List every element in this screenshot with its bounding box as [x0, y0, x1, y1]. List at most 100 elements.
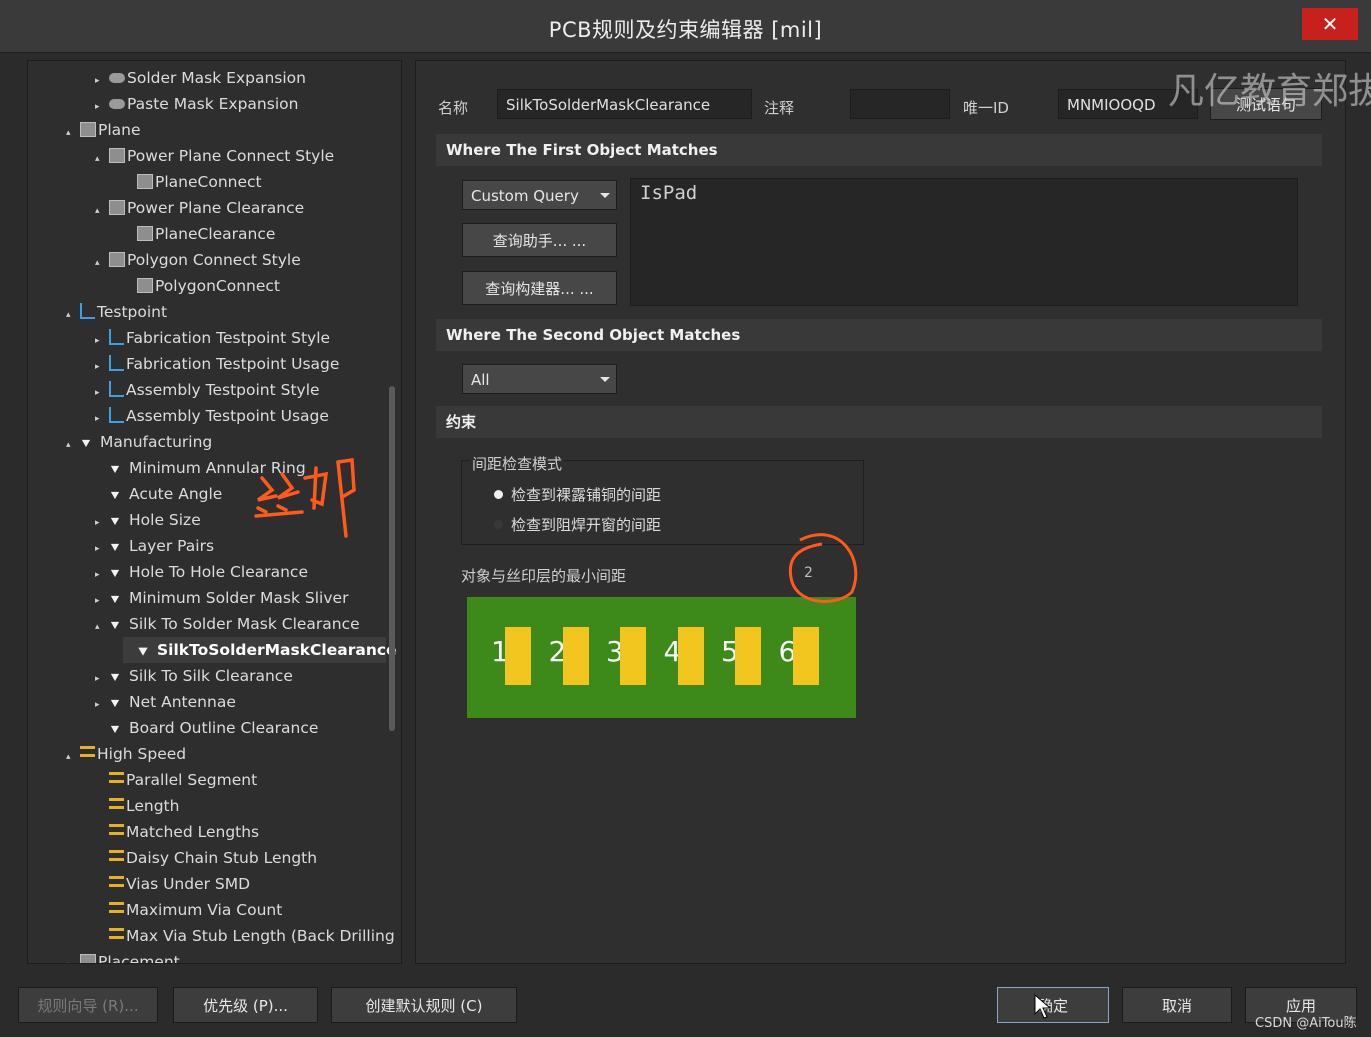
tree-item[interactable]: ▸ ⯆ Layer Pairs — [95, 533, 214, 559]
tree-item[interactable]: Matched Lengths — [95, 819, 259, 845]
collapse-arrow-icon[interactable]: ▴ — [66, 744, 80, 770]
tree-item[interactable]: ▴ ⯆ Silk To Solder Mask Clearance — [95, 611, 360, 637]
tree-item[interactable]: ⯆ Acute Angle — [95, 481, 222, 507]
tree-item[interactable]: ▴ High Speed — [66, 741, 186, 767]
tree-item-label: Parallel Segment — [126, 771, 258, 789]
collapse-arrow-icon[interactable]: ▴ — [95, 146, 109, 172]
manufacturing-icon: ⯆ — [137, 643, 150, 661]
tree-item-label: Minimum Annular Ring — [129, 459, 306, 477]
tree-item-label: Maximum Via Count — [126, 901, 283, 919]
tree-item[interactable]: ▴ Polygon Connect Style — [95, 247, 301, 273]
tree-item[interactable]: ▸ ⯆ Hole Size — [95, 507, 201, 533]
tree-item[interactable]: ▸ Assembly Testpoint Usage — [95, 403, 329, 429]
radio-exposed-copper[interactable]: 检查到裸露铺铜的间距 — [494, 484, 661, 505]
tree-item[interactable]: ▸ ⯆ Net Antennae — [95, 689, 236, 715]
tree-item-label: Silk To Silk Clearance — [129, 667, 293, 685]
first-object-select[interactable]: Custom Query — [462, 180, 617, 210]
tree-item-label: Board Outline Clearance — [129, 719, 319, 737]
highspeed-icon — [109, 876, 124, 887]
tree-item[interactable]: Max Via Stub Length (Back Drilling — [95, 923, 395, 949]
tree-item-label: Power Plane Connect Style — [127, 147, 335, 165]
tree-item[interactable]: Length — [95, 793, 179, 819]
tree-item[interactable]: ▴ Testpoint — [66, 299, 167, 325]
collapse-arrow-icon[interactable]: ▴ — [66, 432, 80, 458]
tree-item[interactable]: ⯆ SilkToSolderMaskClearance — [123, 637, 397, 663]
radio-exposed-copper-label: 检查到裸露铺铜的间距 — [511, 486, 662, 504]
ok-button[interactable]: 确定 — [997, 987, 1109, 1023]
pad — [620, 627, 646, 685]
min-clearance-value[interactable]: 2 — [804, 565, 813, 581]
tree-item-label: PolygonConnect — [155, 277, 280, 295]
tree-item[interactable]: Vias Under SMD — [95, 871, 250, 897]
tree-item[interactable]: ▴ Power Plane Connect Style — [95, 143, 334, 169]
tree-item[interactable]: PolygonConnect — [123, 273, 280, 299]
radio-solder-mask-opening[interactable]: 检查到阻焊开窗的间距 — [494, 514, 661, 535]
tree-item[interactable]: Parallel Segment — [95, 767, 257, 793]
manufacturing-icon: ⯆ — [80, 435, 93, 453]
tree-item[interactable]: ▸ Paste Mask Expansion — [95, 91, 298, 117]
cancel-button[interactable]: 取消 — [1122, 987, 1232, 1023]
tree-item[interactable]: ▸ Fabrication Testpoint Usage — [95, 351, 339, 377]
tree-item[interactable]: ▸ Fabrication Testpoint Style — [95, 325, 330, 351]
tree-item-label: Layer Pairs — [129, 537, 215, 555]
radio-solder-mask-opening-label: 检查到阻焊开窗的间距 — [511, 516, 662, 534]
tree-item[interactable]: ▸ Solder Mask Expansion — [95, 65, 306, 91]
first-object-select-value: Custom Query — [471, 187, 579, 205]
tree-item-label: Silk To Solder Mask Clearance — [129, 615, 360, 633]
tree-item[interactable]: ▴ Placement — [66, 949, 180, 963]
tree-item[interactable]: ▴ ⯆ Manufacturing — [66, 429, 212, 455]
second-object-select[interactable]: All — [462, 364, 617, 394]
tree-item-label: Max Via Stub Length (Back Drilling — [126, 927, 395, 945]
constraints-header: 约束 — [436, 406, 1322, 438]
pill-icon — [109, 99, 125, 109]
testpoint-icon — [109, 407, 124, 423]
second-object-select-value: All — [471, 371, 490, 389]
rule-wizard-button[interactable]: 规则向导 (R)... — [18, 987, 158, 1023]
plane-icon — [109, 200, 125, 215]
tree-item[interactable]: Daisy Chain Stub Length — [95, 845, 317, 871]
testpoint-icon — [109, 329, 124, 345]
query-editor[interactable]: IsPad — [630, 178, 1298, 306]
tree-item-label: Assembly Testpoint Usage — [126, 407, 329, 425]
collapse-arrow-icon[interactable]: ▴ — [66, 952, 80, 963]
tree-item[interactable]: PlaneClearance — [123, 221, 275, 247]
pill-icon — [109, 73, 125, 83]
query-builder-button[interactable]: 查询构建器... ... — [462, 271, 617, 305]
priorities-button[interactable]: 优先级 (P)... — [173, 987, 318, 1023]
watermark: 凡亿教育郑拔 — [1168, 71, 1371, 112]
highspeed-icon — [109, 824, 124, 835]
tree-item[interactable]: ▴ Plane — [66, 117, 141, 143]
tree-item-label: Daisy Chain Stub Length — [126, 849, 318, 867]
tree-item[interactable]: ▴ Power Plane Clearance — [95, 195, 304, 221]
testpoint-icon — [109, 381, 124, 397]
tree-item[interactable]: ▸ Assembly Testpoint Style — [95, 377, 320, 403]
name-field[interactable]: SilkToSolderMaskClearance — [497, 89, 752, 119]
collapse-arrow-icon[interactable]: ▴ — [95, 198, 109, 224]
manufacturing-icon: ⯆ — [109, 695, 122, 713]
tree-item[interactable]: Maximum Via Count — [95, 897, 282, 923]
tree-item[interactable]: ⯆ Minimum Annular Ring — [95, 455, 306, 481]
tree-item[interactable]: ▸ ⯆ Hole To Hole Clearance — [95, 559, 308, 585]
query-helper-button[interactable]: 查询助手... ... — [462, 223, 617, 257]
collapse-arrow-icon[interactable]: ▴ — [95, 614, 109, 640]
create-default-rules-button[interactable]: 创建默认规则 (C) — [331, 987, 517, 1023]
tree-item[interactable]: ▸ ⯆ Silk To Silk Clearance — [95, 663, 293, 689]
tree-item-label: Hole Size — [129, 511, 201, 529]
comment-field[interactable] — [850, 89, 950, 119]
tree-item[interactable]: ▸ ⯆ Minimum Solder Mask Sliver — [95, 585, 348, 611]
manufacturing-icon: ⯆ — [109, 591, 122, 609]
close-button[interactable]: ✕ — [1302, 8, 1358, 40]
tree-item-label: Fabrication Testpoint Style — [126, 329, 331, 347]
unique-id-label: 唯一ID — [963, 99, 1009, 117]
tree-scrollbar[interactable] — [389, 386, 395, 731]
collapse-arrow-icon[interactable]: ▴ — [66, 302, 80, 328]
name-label: 名称 — [438, 99, 469, 117]
collapse-arrow-icon[interactable]: ▴ — [66, 120, 80, 146]
plane-icon — [80, 122, 96, 137]
tree-item-label: PlaneClearance — [155, 225, 276, 243]
manufacturing-icon: ⯆ — [109, 565, 122, 583]
collapse-arrow-icon[interactable]: ▴ — [95, 250, 109, 276]
tree-item[interactable]: ⯆ Board Outline Clearance — [95, 715, 318, 741]
tree-item[interactable]: PlaneConnect — [123, 169, 262, 195]
manufacturing-icon: ⯆ — [109, 617, 122, 635]
